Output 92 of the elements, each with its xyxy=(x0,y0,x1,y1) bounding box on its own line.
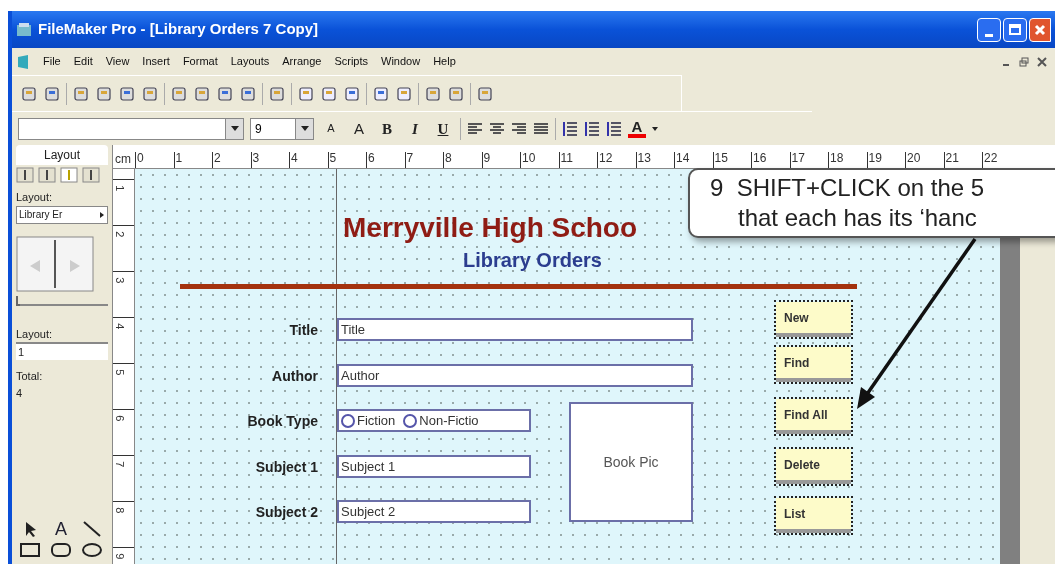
field-label: Book Type xyxy=(246,412,318,431)
radio-option[interactable]: Fiction xyxy=(341,411,396,430)
menu-item[interactable]: Edit xyxy=(73,53,93,70)
layout-button[interactable]: Find xyxy=(776,347,851,382)
ruler-number: 3 xyxy=(250,152,289,168)
align-right-icon[interactable] xyxy=(511,121,527,136)
app-icon xyxy=(16,21,32,38)
ruler-number: 2 xyxy=(212,152,251,168)
close-icon[interactable] xyxy=(1037,56,1047,67)
ruler-number: 5 xyxy=(327,152,366,168)
ruler-number: 0 xyxy=(135,152,174,168)
school-heading: Merryville High Schoo xyxy=(343,211,638,245)
ruler-unit: cm xyxy=(114,151,132,168)
number-field[interactable]: 1 xyxy=(16,342,108,360)
radio-icon xyxy=(403,413,418,428)
underline-button[interactable]: U xyxy=(432,117,454,140)
maximize-button[interactable] xyxy=(1003,17,1027,42)
input-field[interactable]: Title xyxy=(337,318,693,341)
menu-item[interactable]: Insert xyxy=(142,53,170,70)
ruler-number: 10 xyxy=(520,152,559,168)
window-title: FileMaker Pro - [Library Orders 7 Copy] xyxy=(38,19,319,40)
ruler-number: 9 xyxy=(481,152,520,168)
text-tool[interactable]: A xyxy=(47,519,75,539)
outdent-list-icon[interactable] xyxy=(606,120,622,137)
document-icon xyxy=(16,53,30,70)
size-field[interactable]: 9 xyxy=(250,117,314,140)
ruler-number: 6 xyxy=(113,409,134,455)
ruler-number: 1 xyxy=(173,152,212,168)
menu-item[interactable]: File xyxy=(43,53,61,70)
layout-label: Layout: xyxy=(15,190,54,205)
total-label: Total: xyxy=(15,369,44,384)
layout-button[interactable]: Find All xyxy=(776,399,851,434)
total-count: 4 xyxy=(15,385,24,401)
field-label: Subject 2 xyxy=(254,503,318,522)
close-icon xyxy=(1034,23,1046,36)
book-icon[interactable] xyxy=(16,235,94,292)
align-left-icon[interactable] xyxy=(467,121,483,136)
slider-thumb[interactable] xyxy=(16,295,20,306)
ruler-number: 6 xyxy=(366,152,405,168)
picture-field[interactable]: Book Pic xyxy=(569,402,693,522)
minimize-button[interactable] xyxy=(977,17,1001,42)
ruler-number: 1 xyxy=(113,179,134,225)
justify-icon[interactable] xyxy=(533,121,549,136)
bold-button[interactable]: B xyxy=(376,117,398,140)
ruler-number: 11 xyxy=(558,152,597,168)
input-field[interactable]: Author xyxy=(337,364,693,387)
ruler-number: 13 xyxy=(635,152,674,168)
radio-icon xyxy=(341,413,355,428)
layout-button[interactable]: Delete xyxy=(776,449,851,484)
field-label: Title xyxy=(288,321,318,340)
text-color-button[interactable]: A xyxy=(628,119,646,138)
ruler-number: 4 xyxy=(113,317,134,363)
layout-label: Layout: xyxy=(15,326,54,342)
input-field[interactable]: Subject 1 xyxy=(337,455,531,478)
menu-item[interactable]: View xyxy=(105,53,130,70)
radio-option[interactable]: Non-Fictio xyxy=(403,411,479,430)
grow-button[interactable]: A xyxy=(348,117,370,140)
ruler-number: 7 xyxy=(113,455,134,501)
ruler-number: 7 xyxy=(404,152,443,168)
shrink-button[interactable]: A xyxy=(320,117,342,140)
field-label: Author xyxy=(271,367,318,386)
menu-item[interactable]: Arrange xyxy=(282,53,322,70)
ruler-number: 8 xyxy=(113,501,134,547)
indent-list-icon[interactable] xyxy=(584,120,600,137)
callout-text: 9 SHIFT+CLICK on the 5 xyxy=(710,173,986,203)
close-button[interactable] xyxy=(1029,17,1051,42)
menu-item[interactable]: Layouts xyxy=(230,53,270,70)
line-spacing-icon[interactable] xyxy=(562,120,578,137)
menu-item[interactable]: Window xyxy=(381,53,421,70)
ruler-number: 12 xyxy=(597,152,636,168)
restore-icon[interactable] xyxy=(1019,56,1029,67)
ruler-number: 8 xyxy=(443,152,482,168)
italic-button[interactable]: I xyxy=(404,117,426,140)
layout-button[interactable]: List xyxy=(776,498,851,533)
mode-tab[interactable]: Layout xyxy=(16,145,108,165)
ruler-number: 3 xyxy=(113,271,134,317)
field-label: Subject 1 xyxy=(254,458,318,477)
form-subheading: Library Orders xyxy=(463,248,602,273)
menu-item[interactable]: Format xyxy=(182,53,218,70)
ruler-number: 4 xyxy=(289,152,328,168)
layout-menu[interactable]: Library Er xyxy=(16,205,108,224)
menu-item[interactable]: Help xyxy=(433,53,456,70)
callout-text: that each has its ‘hanc xyxy=(737,203,978,233)
input-field[interactable]: Subject 2 xyxy=(337,500,531,523)
layout-button[interactable]: New xyxy=(776,302,851,337)
radio-field[interactable]: Fiction Non-Fictio xyxy=(337,409,531,432)
font-field[interactable] xyxy=(18,117,244,140)
ruler-number: 9 xyxy=(113,547,134,564)
ruler-number: 5 xyxy=(113,363,134,409)
align-center-icon[interactable] xyxy=(489,121,505,136)
menu-item[interactable]: Scripts xyxy=(334,53,368,70)
ruler-number: 2 xyxy=(113,225,134,271)
